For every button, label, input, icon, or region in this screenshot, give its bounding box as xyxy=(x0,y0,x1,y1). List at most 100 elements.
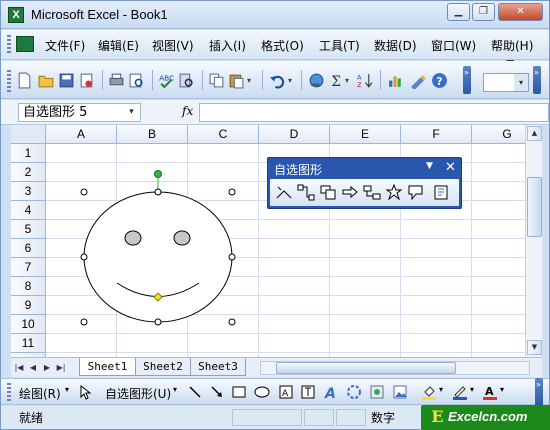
fill-color-icon[interactable] xyxy=(421,384,437,400)
rectangle-icon[interactable] xyxy=(231,384,247,400)
formula-input[interactable] xyxy=(199,103,549,122)
palette-close-icon[interactable]: ✕ xyxy=(443,160,458,175)
research-icon[interactable] xyxy=(178,72,195,89)
resize-handle-b[interactable] xyxy=(154,318,162,326)
resize-handle-t[interactable] xyxy=(154,188,162,196)
menu-help[interactable]: 帮助(H) xyxy=(491,37,533,54)
drawing-icon[interactable] xyxy=(409,72,426,91)
rotate-handle[interactable] xyxy=(154,170,162,178)
menubar-grip-handle[interactable] xyxy=(7,35,11,55)
resize-handle-br[interactable] xyxy=(228,318,236,326)
first-sheet-icon[interactable]: |◀ xyxy=(13,361,25,375)
excel-app-icon[interactable]: X xyxy=(8,7,24,23)
diagram-icon[interactable] xyxy=(346,384,362,400)
autoshape-palette[interactable]: 自选图形 ▼ ✕ xyxy=(267,157,462,209)
prev-sheet-icon[interactable]: ◀ xyxy=(27,361,39,375)
workbook-icon[interactable] xyxy=(16,36,34,52)
spelling-icon[interactable]: ABC xyxy=(158,72,175,89)
chevron-down-icon[interactable]: ▾ xyxy=(470,385,474,394)
chevron-down-icon[interactable]: ▾ xyxy=(65,385,69,394)
help-icon[interactable]: ? xyxy=(431,72,448,89)
last-sheet-icon[interactable]: ▶| xyxy=(55,361,67,375)
vertical-scroll-thumb[interactable] xyxy=(527,177,542,237)
line-color-icon[interactable] xyxy=(452,384,468,400)
toolbar-grip-handle[interactable] xyxy=(7,70,11,92)
insert-picture-icon[interactable] xyxy=(392,384,408,400)
vertical-text-box-icon[interactable] xyxy=(300,384,316,400)
undo-dropdown-icon[interactable]: ▾ xyxy=(288,72,296,89)
menu-edit[interactable]: 编辑(E) xyxy=(98,37,139,54)
undo-icon[interactable] xyxy=(269,72,286,89)
horizontal-scrollbar[interactable] xyxy=(260,361,530,375)
insert-function-icon[interactable]: fx xyxy=(182,104,193,118)
permission-icon[interactable] xyxy=(78,72,95,89)
menu-window[interactable]: 窗口(W) xyxy=(431,37,476,54)
toolbar-overflow-icon[interactable] xyxy=(463,66,471,94)
name-box[interactable]: 自选图形 5 ▾ xyxy=(18,103,141,122)
horizontal-scroll-thumb[interactable] xyxy=(276,362,456,374)
chart-wizard-icon[interactable] xyxy=(387,72,404,89)
sheet-tab-2[interactable]: Sheet2 xyxy=(135,358,191,376)
toolbar-overflow-right-icon[interactable] xyxy=(533,66,541,94)
vertical-scrollbar[interactable]: ▲ ▼ xyxy=(525,125,542,357)
chevron-down-icon[interactable]: ▾ xyxy=(123,104,140,121)
more-autoshapes-icon[interactable] xyxy=(433,184,451,201)
text-box-icon[interactable]: A xyxy=(278,384,294,400)
block-arrows-icon[interactable] xyxy=(341,184,359,201)
print-icon[interactable] xyxy=(108,72,125,89)
drawbar-overflow-icon[interactable] xyxy=(535,378,543,406)
copy-icon[interactable] xyxy=(208,72,225,89)
stars-banners-icon[interactable] xyxy=(385,183,403,201)
sheet-tab-3[interactable]: Sheet3 xyxy=(190,358,246,376)
menu-view[interactable]: 视图(V) xyxy=(152,37,194,54)
resize-handle-l[interactable] xyxy=(80,253,88,261)
arrow-icon[interactable] xyxy=(209,384,225,400)
resize-handle-tr[interactable] xyxy=(228,188,236,196)
resize-handle-r[interactable] xyxy=(228,253,236,261)
scroll-up-icon[interactable]: ▲ xyxy=(527,126,542,141)
smiley-face-shape[interactable] xyxy=(83,191,233,323)
drawbar-grip-handle[interactable] xyxy=(7,383,11,401)
restore-button[interactable]: ❐ xyxy=(472,3,495,21)
connectors-shape-icon[interactable] xyxy=(297,184,315,201)
next-sheet-icon[interactable]: ▶ xyxy=(41,361,53,375)
sheet-tab-1[interactable]: Sheet1 xyxy=(79,358,136,376)
paste-icon[interactable] xyxy=(228,72,245,89)
hyperlink-icon[interactable] xyxy=(308,72,325,89)
menu-format[interactable]: 格式(O) xyxy=(261,37,304,54)
autosum-dropdown-icon[interactable]: ▾ xyxy=(345,72,353,89)
sort-ascending-icon[interactable]: AZ xyxy=(356,72,373,89)
basic-shapes-icon[interactable] xyxy=(319,184,337,201)
wordart-icon[interactable]: A xyxy=(323,384,339,402)
save-icon[interactable] xyxy=(58,72,75,89)
menu-data[interactable]: 数据(D) xyxy=(374,37,417,54)
lines-shape-icon[interactable] xyxy=(275,184,293,201)
resize-handle-bl[interactable] xyxy=(80,318,88,326)
flowchart-icon[interactable] xyxy=(363,184,381,201)
chevron-down-icon[interactable]: ▾ xyxy=(439,385,443,394)
new-document-icon[interactable] xyxy=(16,72,33,89)
draw-menu-button[interactable]: 绘图(R) xyxy=(19,385,61,402)
autoshapes-menu-button[interactable]: 自选图形(U) xyxy=(105,385,171,402)
autosum-icon[interactable]: Σ xyxy=(328,72,345,90)
font-color-icon[interactable]: A xyxy=(482,384,498,400)
chevron-down-icon[interactable]: ▾ xyxy=(173,385,177,394)
menu-file[interactable]: 文件(F) xyxy=(45,37,85,54)
minimize-button[interactable]: ▁ xyxy=(447,3,470,21)
line-icon[interactable] xyxy=(187,384,203,400)
font-size-combo[interactable]: ▾ xyxy=(483,73,529,92)
clip-art-icon[interactable] xyxy=(369,384,385,400)
chevron-down-icon[interactable]: ▼ xyxy=(426,161,433,171)
menu-insert[interactable]: 插入(I) xyxy=(209,37,246,54)
callouts-icon[interactable] xyxy=(407,184,425,201)
paste-dropdown-icon[interactable]: ▾ xyxy=(247,72,255,89)
open-folder-icon[interactable] xyxy=(38,72,55,89)
print-preview-icon[interactable] xyxy=(128,72,145,89)
menu-tools[interactable]: 工具(T) xyxy=(319,37,360,54)
close-button[interactable]: ✕ xyxy=(498,3,543,21)
scroll-down-icon[interactable]: ▼ xyxy=(527,340,542,355)
oval-icon[interactable] xyxy=(254,384,270,400)
select-objects-icon[interactable] xyxy=(77,384,93,400)
chevron-down-icon[interactable]: ▾ xyxy=(514,74,528,91)
resize-handle-tl[interactable] xyxy=(80,188,88,196)
